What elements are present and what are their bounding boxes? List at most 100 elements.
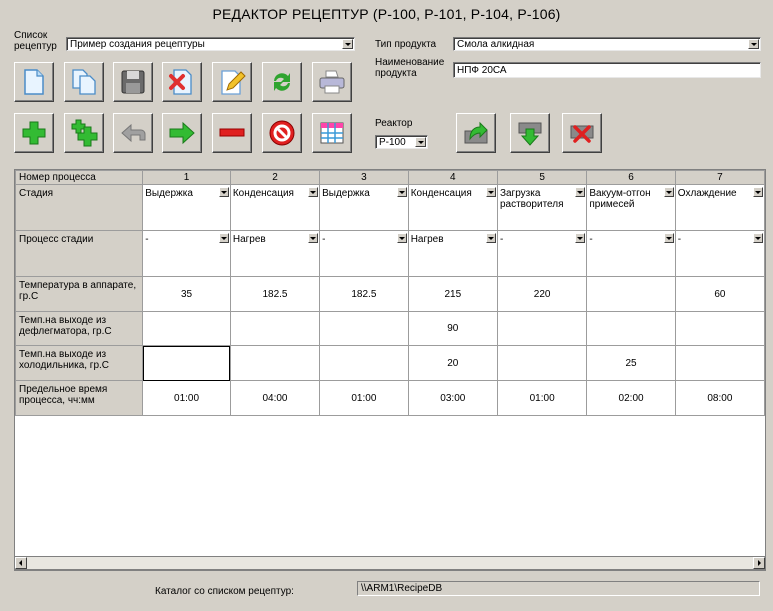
recipe-list-select[interactable]: Пример создания рецептуры [66, 37, 355, 51]
grid-cell[interactable] [142, 311, 231, 346]
reactor-upload-button[interactable] [456, 113, 496, 153]
add-multiple-process-button[interactable] [64, 113, 104, 153]
grid-cell[interactable] [674, 345, 765, 381]
catalog-path-field[interactable]: \\ARM1\RecipeDB [357, 581, 760, 596]
grid-column-header: 7 [674, 170, 765, 185]
grid-select-cell[interactable]: - [319, 230, 409, 277]
grid-select-cell[interactable]: Вакуум-отгон примесей [586, 184, 676, 231]
grid-select-cell[interactable]: - [142, 230, 231, 277]
grid-select-cell[interactable]: Конденсация [229, 184, 321, 231]
grid-cell[interactable] [319, 345, 409, 381]
chevron-down-icon[interactable] [342, 39, 353, 49]
chevron-down-icon[interactable] [485, 187, 496, 197]
chevron-down-icon[interactable] [308, 187, 319, 197]
chevron-down-icon[interactable] [308, 233, 319, 243]
chevron-down-icon[interactable] [218, 233, 229, 243]
copy-recipe-button[interactable] [64, 62, 104, 102]
chevron-down-icon[interactable] [396, 187, 407, 197]
chevron-down-icon[interactable] [415, 137, 426, 147]
grid-cell[interactable] [496, 345, 588, 381]
grid-cell[interactable]: 01:00 [319, 380, 409, 416]
grid-cell-value: Нагрев [410, 234, 444, 245]
process-table: Номер процесса 1234567 Стадия Выдержка Кон… [15, 170, 765, 416]
product-name-input[interactable]: НПФ 20СА [453, 62, 761, 78]
chevron-down-icon[interactable] [753, 233, 763, 243]
chevron-down-icon[interactable] [575, 187, 586, 197]
recipe-list-value: Пример создания рецептуры [70, 39, 205, 50]
grid-select-cell[interactable]: - [674, 230, 765, 277]
grid-cell[interactable]: 35 [142, 276, 231, 312]
grid-cell[interactable] [319, 311, 409, 346]
grid-cell-value: - [145, 234, 149, 245]
grid-cell[interactable] [229, 345, 321, 381]
print-button[interactable] [312, 62, 352, 102]
save-recipe-button[interactable] [113, 62, 153, 102]
reactor-delete-button[interactable] [562, 113, 602, 153]
horizontal-scrollbar[interactable] [14, 556, 766, 570]
grid-cell[interactable] [586, 276, 676, 312]
chevron-down-icon[interactable] [663, 187, 674, 197]
edit-recipe-button[interactable] [212, 62, 252, 102]
grid-select-cell[interactable]: Нагрев [407, 230, 498, 277]
chevron-down-icon[interactable] [218, 187, 229, 197]
grid-cell[interactable] [496, 311, 588, 346]
table-view-button[interactable] [312, 113, 352, 153]
grid-cell[interactable]: 220 [496, 276, 588, 312]
grid-select-cell[interactable]: - [496, 230, 588, 277]
grid-cell[interactable] [586, 311, 676, 346]
chevron-down-icon[interactable] [396, 233, 407, 243]
delete-recipe-button[interactable] [162, 62, 202, 102]
grid-cell[interactable]: 60 [674, 276, 765, 312]
grid-cell[interactable] [229, 311, 321, 346]
grid-cell[interactable]: 182.5 [319, 276, 409, 312]
grid-select-cell[interactable]: Охлаждение [674, 184, 765, 231]
grid-cell[interactable]: 08:00 [674, 380, 765, 416]
chevron-down-icon[interactable] [748, 39, 759, 49]
grid-select-cell[interactable]: Нагрев [229, 230, 321, 277]
grid-select-cell[interactable]: Выдержка [319, 184, 409, 231]
reactor-select[interactable]: Р-100 [375, 135, 428, 149]
add-process-button[interactable] [14, 113, 54, 153]
grid-cell[interactable]: 215 [407, 276, 498, 312]
undo-button[interactable] [113, 113, 153, 153]
reactor-download-button[interactable] [510, 113, 550, 153]
table-row: Темп.на выходе из дефлегматора, гр.С 90 [15, 311, 765, 346]
chevron-down-icon[interactable] [753, 187, 763, 197]
undo-arrow-icon [121, 123, 146, 143]
grid-cell[interactable]: 01:00 [142, 380, 231, 416]
grid-cell[interactable]: 90 [407, 311, 498, 346]
chevron-down-icon[interactable] [485, 233, 496, 243]
grid-select-cell[interactable]: Загрузка растворителя [496, 184, 588, 231]
print-icon [319, 70, 345, 94]
remove-process-button[interactable] [212, 113, 252, 153]
refresh-button[interactable] [262, 62, 302, 102]
grid-cell[interactable]: 20 [407, 345, 498, 381]
chevron-down-icon[interactable] [575, 233, 586, 243]
new-document-icon [24, 69, 44, 95]
grid-cell[interactable] [142, 345, 231, 381]
scroll-right-button[interactable] [753, 557, 765, 569]
grid-cell[interactable]: 01:00 [496, 380, 588, 416]
grid-cell[interactable]: 182.5 [229, 276, 321, 312]
grid-cell-value: Выдержка [322, 188, 370, 199]
grid-cell[interactable]: 25 [586, 345, 676, 381]
next-button[interactable] [162, 113, 202, 153]
grid-select-cell[interactable]: Конденсация [407, 184, 498, 231]
grid-cell[interactable] [674, 311, 765, 346]
grid-column-header: 4 [407, 170, 498, 185]
grid-column-header: 1 [142, 170, 231, 185]
grid-cell[interactable]: 04:00 [229, 380, 321, 416]
product-type-select[interactable]: Смола алкидная [453, 37, 761, 51]
recipe-list-label: Список рецептур [14, 30, 57, 52]
grid-select-cell[interactable]: - [586, 230, 676, 277]
grid-row-header: Температура в аппарате, гр.С [15, 276, 144, 312]
grid-select-cell[interactable]: Выдержка [142, 184, 231, 231]
grid-cell[interactable]: 03:00 [407, 380, 498, 416]
grid-corner-header: Номер процесса [15, 170, 144, 185]
chevron-down-icon[interactable] [663, 233, 674, 243]
stop-button[interactable] [262, 113, 302, 153]
new-recipe-button[interactable] [14, 62, 54, 102]
grid-cell[interactable]: 02:00 [586, 380, 676, 416]
grid-row-header: Стадия [15, 184, 144, 231]
scroll-left-button[interactable] [15, 557, 27, 569]
